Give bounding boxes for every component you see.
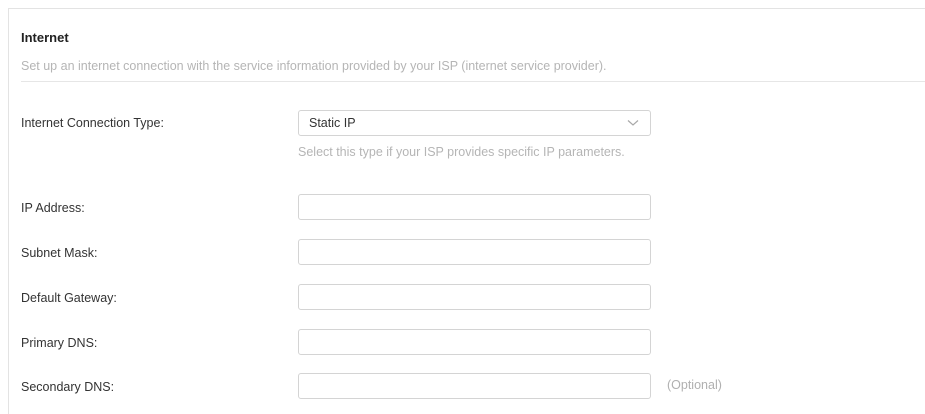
secondary-dns-optional-note: (Optional) [667, 378, 722, 392]
default-gateway-label: Default Gateway: [21, 291, 117, 305]
subnet-mask-input[interactable] [298, 239, 651, 265]
ip-address-label: IP Address: [21, 201, 85, 215]
connection-type-hint: Select this type if your ISP provides sp… [298, 145, 625, 159]
connection-type-label: Internet Connection Type: [21, 116, 164, 130]
primary-dns-input[interactable] [298, 329, 651, 355]
secondary-dns-label: Secondary DNS: [21, 380, 115, 394]
section-divider [21, 81, 925, 82]
primary-dns-label: Primary DNS: [21, 336, 98, 350]
connection-type-select[interactable]: Static IP [298, 110, 651, 136]
ip-address-input[interactable] [298, 194, 651, 220]
section-description: Set up an internet connection with the s… [21, 59, 607, 73]
section-title: Internet [21, 30, 69, 45]
chevron-down-icon [626, 116, 640, 130]
default-gateway-input[interactable] [298, 284, 651, 310]
internet-settings-panel: Internet Set up an internet connection w… [8, 8, 925, 414]
subnet-mask-label: Subnet Mask: [21, 246, 98, 260]
secondary-dns-input[interactable] [298, 373, 651, 399]
connection-type-value: Static IP [309, 116, 356, 130]
